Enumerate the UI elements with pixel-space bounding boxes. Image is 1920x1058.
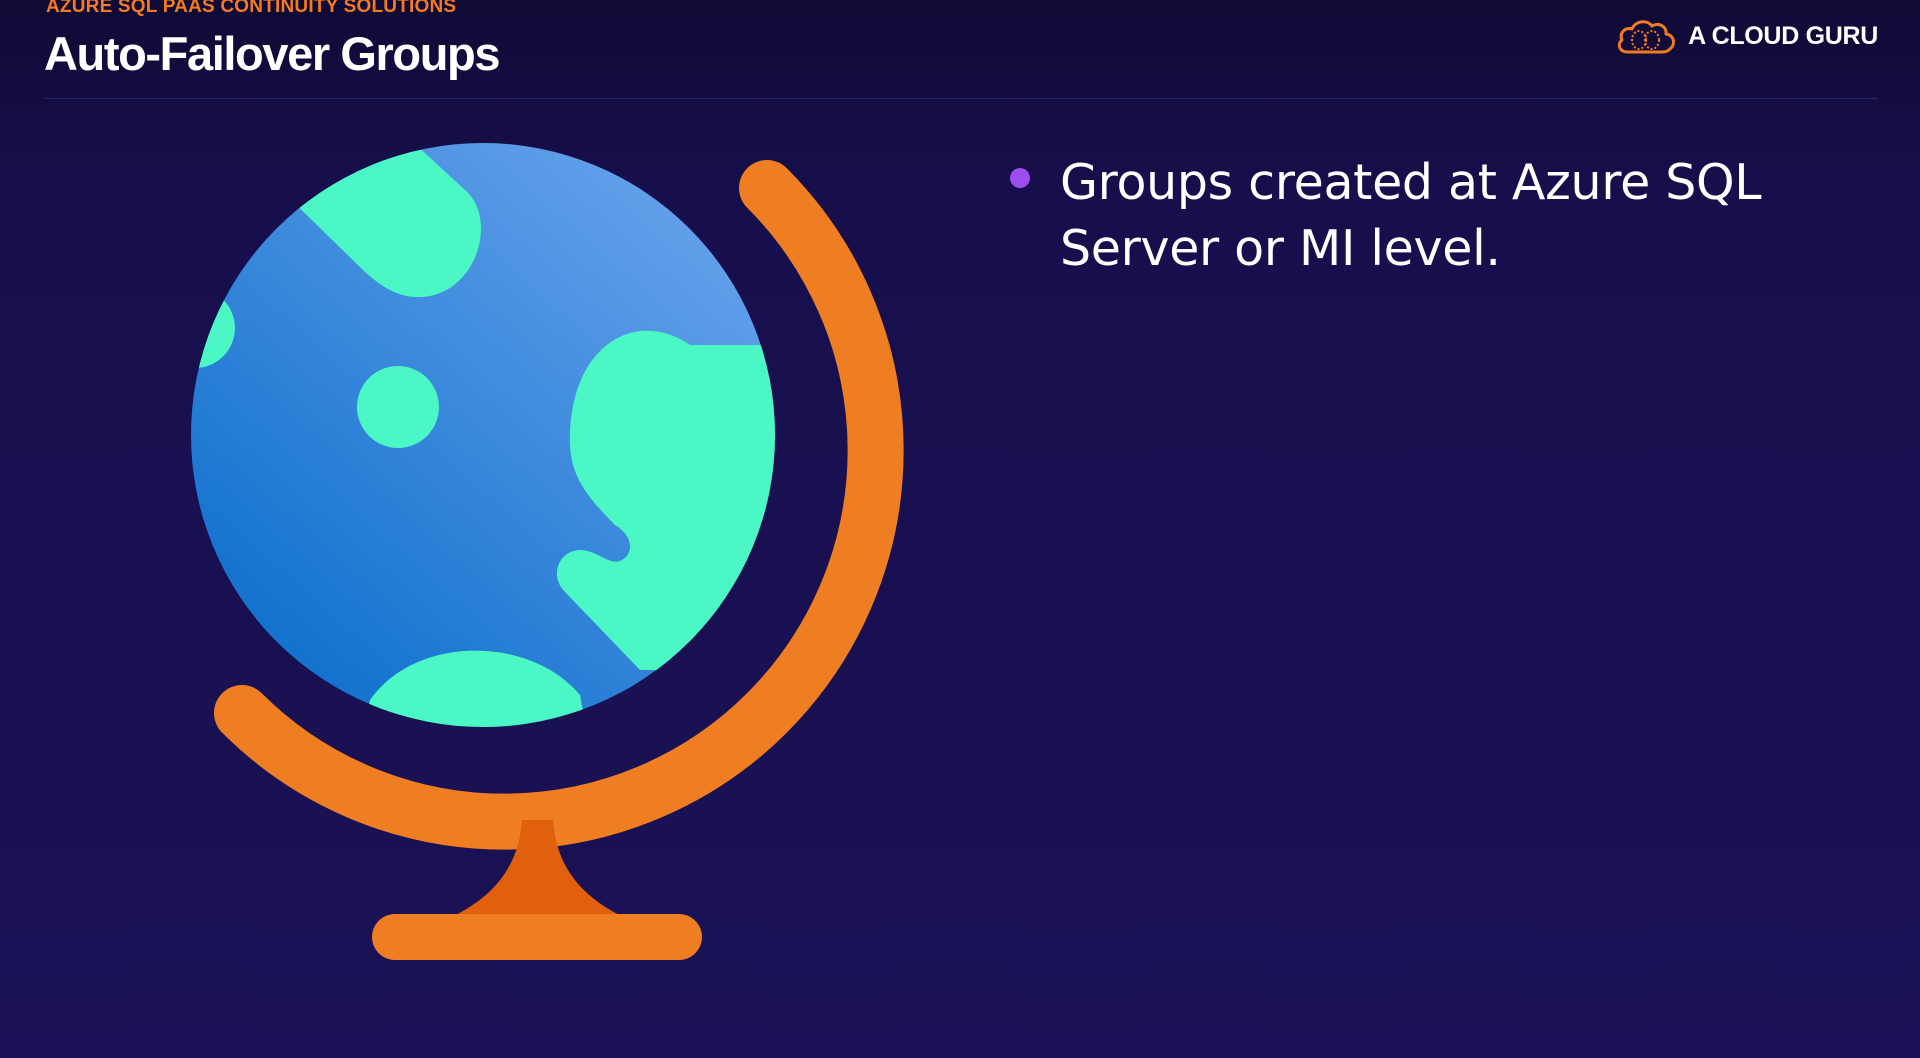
bullet-list: Groups created at Azure SQL Server or MI… (1004, 150, 1764, 282)
slide: AZURE SQL PAAS CONTINUITY SOLUTIONS Auto… (0, 0, 1920, 1058)
globe-icon (191, 143, 904, 960)
header-divider (44, 98, 1878, 99)
brand: A CLOUD GURU (1614, 16, 1878, 56)
bullet-text: Groups created at Azure SQL Server or MI… (1060, 154, 1762, 277)
section-kicker: AZURE SQL PAAS CONTINUITY SOLUTIONS (46, 0, 457, 17)
bullet-dot (1010, 168, 1030, 188)
bullet-item: Groups created at Azure SQL Server or MI… (1004, 150, 1764, 282)
globe-sphere (191, 143, 775, 727)
brand-name: A CLOUD GURU (1688, 21, 1878, 50)
page-title: Auto-Failover Groups (44, 27, 500, 80)
globe-stand-base (372, 914, 702, 960)
cloud-brain-icon (1617, 20, 1676, 54)
